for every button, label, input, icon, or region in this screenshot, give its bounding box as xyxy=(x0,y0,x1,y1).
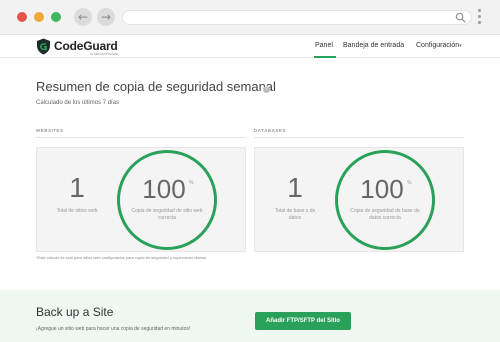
databases-card: 1 Total de base s de datos 100 % Copia d… xyxy=(254,147,464,252)
address-bar[interactable] xyxy=(122,10,472,25)
page-subtitle: Calculado de los últimos 7 días xyxy=(36,100,120,106)
websites-success-label: Copia de seguridad de sitio web correcta xyxy=(131,208,203,221)
databases-success-percent: 100 xyxy=(360,174,404,204)
logo-wordmark: CodeGuard xyxy=(54,39,118,53)
app-header: CodeGuard by SECURITYNAME Panel Bandeja … xyxy=(0,35,500,58)
databases-count: 1 xyxy=(287,172,303,203)
chevron-down-icon: ▾ xyxy=(459,43,462,49)
websites-count: 1 xyxy=(69,172,85,203)
page-title: Resumen de copia de seguridad semanal xyxy=(36,79,276,94)
minimize-window-icon[interactable] xyxy=(34,12,44,22)
close-window-icon[interactable] xyxy=(17,12,27,22)
websites-section-label: WEBSITES xyxy=(36,128,64,133)
maximize-window-icon[interactable] xyxy=(51,12,61,22)
databases-success-label: Copia de seguridad de base de datos corr… xyxy=(350,208,420,221)
help-icon[interactable]: ? xyxy=(263,86,270,93)
websites-count-label: Total de sitios web xyxy=(56,208,98,214)
databases-count-label: Total de base s de datos xyxy=(274,208,316,221)
websites-success-percent: 100 xyxy=(142,174,186,204)
nav-inbox[interactable]: Bandeja de entrada xyxy=(343,42,404,49)
shield-logo-icon xyxy=(37,38,50,55)
forward-arrow-icon[interactable]: → xyxy=(97,8,115,26)
banner-title: Back up a Site xyxy=(36,305,114,319)
databases-section-label: DATABASES xyxy=(254,128,286,133)
add-ftp-site-button[interactable]: Añadir FTP/SFTP del Sitio xyxy=(255,312,351,330)
browser-toolbar: ← → xyxy=(0,0,500,35)
back-arrow-icon[interactable]: ← xyxy=(74,8,92,26)
percent-sign: % xyxy=(189,180,194,186)
nav-settings[interactable]: Configuración▾ xyxy=(416,42,462,49)
nav-settings-label: Configuración xyxy=(416,42,460,49)
divider xyxy=(254,137,464,138)
logo-tagline: by SECURITYNAME xyxy=(90,52,118,56)
banner-subtitle: ¡Agregue un sitio web para hacer una cop… xyxy=(36,326,191,332)
percent-sign: % xyxy=(407,180,412,186)
footnote: *Este cálculo es sólo para sitios web co… xyxy=(36,255,208,260)
kebab-menu-icon[interactable] xyxy=(478,9,482,27)
search-icon[interactable] xyxy=(455,12,466,23)
dashboard-main: Resumen de copia de seguridad semanal ? … xyxy=(0,58,500,290)
nav-panel[interactable]: Panel xyxy=(315,42,333,49)
websites-card: 1 Total de sitios web 100 % Copia de seg… xyxy=(36,147,246,252)
backup-banner: Back up a Site ¡Agregue un sitio web par… xyxy=(0,290,500,342)
divider xyxy=(36,137,246,138)
